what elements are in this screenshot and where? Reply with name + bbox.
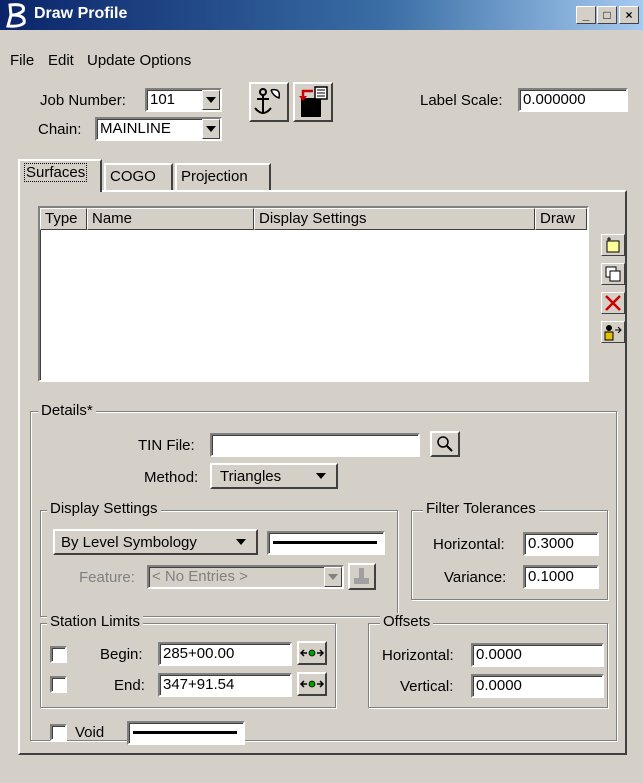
tab-projection-label: Projection [181, 168, 248, 185]
app-logo-icon [6, 3, 26, 28]
tab-surfaces-label: Surfaces [24, 163, 88, 182]
void-line-style-preview[interactable] [127, 721, 245, 745]
locate-point-icon [299, 649, 325, 657]
column-header-type[interactable]: Type [40, 208, 87, 230]
maximize-button[interactable]: □ [597, 6, 617, 24]
display-settings-title: Display Settings [47, 500, 161, 517]
search-icon [437, 436, 453, 452]
begin-label: Begin: [100, 646, 143, 663]
label-scale-label: Label Scale: [420, 92, 503, 109]
offsets-title: Offsets [380, 613, 434, 630]
filter-tolerances-title: Filter Tolerances [423, 500, 539, 517]
column-header-display-settings[interactable]: Display Settings [254, 208, 535, 230]
menu-file[interactable]: File [10, 52, 34, 69]
begin-checkbox[interactable] [50, 646, 67, 663]
symbology-dropdown[interactable]: By Level Symbology [53, 529, 258, 555]
void-label: Void [75, 724, 105, 741]
filter-horizontal-label: Horizontal: [433, 536, 505, 553]
label-scale-value: 0.000000 [523, 91, 586, 108]
station-limits-title: Station Limits [47, 613, 144, 630]
add-surface-button[interactable] [601, 234, 625, 256]
column-header-draw[interactable]: Draw [535, 208, 587, 230]
minimize-button[interactable]: _ [576, 6, 596, 24]
line-swatch [133, 731, 237, 734]
menu-update-options[interactable]: Update Options [87, 52, 191, 69]
surfaces-list[interactable]: Type Name Display Settings Draw [38, 206, 589, 382]
chevron-down-icon [236, 539, 246, 545]
tab-cogo-label: COGO [110, 168, 156, 185]
chain-dropdown[interactable]: MAINLINE [95, 117, 222, 141]
feature-label: Feature: [79, 569, 135, 586]
chain-value: MAINLINE [100, 120, 171, 137]
tin-file-input[interactable] [210, 433, 420, 457]
offset-vertical-value: 0.0000 [476, 677, 522, 694]
anchor-icon [254, 88, 281, 114]
void-checkbox[interactable] [50, 724, 67, 741]
offset-horizontal-value: 0.0000 [476, 646, 522, 663]
end-pick-button[interactable] [297, 672, 327, 696]
end-label: End: [114, 677, 145, 694]
load-profile-icon [299, 86, 328, 117]
variance-input[interactable]: 0.1000 [523, 565, 599, 589]
job-number-dropdown[interactable]: 101 [145, 88, 222, 112]
end-station-input[interactable]: 347+91.54 [158, 673, 292, 697]
offset-horizontal-label: Horizontal: [382, 647, 454, 664]
job-number-label: Job Number: [40, 92, 126, 109]
title-bar[interactable]: Draw Profile _ □ × [0, 0, 643, 30]
offset-vertical-input[interactable]: 0.0000 [471, 674, 604, 698]
begin-pick-button[interactable] [297, 641, 327, 665]
copy-surface-button[interactable] [601, 263, 625, 285]
variance-value: 0.1000 [528, 568, 574, 585]
tab-projection[interactable]: Projection [175, 163, 271, 190]
load-profile-button[interactable] [293, 82, 333, 122]
variance-label: Variance: [444, 569, 507, 586]
end-checkbox[interactable] [50, 676, 67, 693]
feature-value: < No Entries > [152, 568, 248, 585]
method-dropdown[interactable]: Triangles [210, 463, 338, 489]
chevron-down-icon [324, 567, 342, 587]
method-label: Method: [144, 469, 199, 486]
tab-cogo[interactable]: COGO [104, 163, 173, 190]
close-button[interactable]: × [619, 6, 639, 24]
chain-label: Chain: [38, 121, 82, 138]
tab-surfaces[interactable]: Surfaces [18, 159, 102, 192]
delete-icon [605, 295, 621, 311]
line-style-preview[interactable] [267, 531, 385, 555]
chevron-down-icon [202, 119, 220, 139]
symbology-value: By Level Symbology [61, 534, 197, 551]
label-scale-input[interactable]: 0.000000 [518, 88, 628, 112]
begin-station-input[interactable]: 285+00.00 [158, 642, 292, 666]
window-title: Draw Profile [34, 5, 128, 22]
filter-horizontal-value: 0.3000 [528, 535, 574, 552]
line-swatch [273, 541, 377, 544]
brush-icon [354, 568, 369, 584]
column-header-name[interactable]: Name [87, 208, 254, 230]
locate-point-icon [299, 680, 325, 688]
details-title: Details* [38, 402, 96, 419]
feature-dropdown[interactable]: < No Entries > [147, 565, 344, 589]
display-settings-group [40, 510, 398, 617]
browse-tin-button[interactable] [430, 431, 460, 457]
method-value: Triangles [220, 468, 282, 485]
filter-horizontal-input[interactable]: 0.3000 [523, 532, 599, 556]
menu-edit[interactable]: Edit [48, 52, 74, 69]
tin-file-label: TIN File: [138, 437, 195, 454]
properties-icon [604, 325, 622, 341]
surface-properties-button[interactable] [601, 321, 625, 343]
delete-surface-button[interactable] [601, 292, 625, 314]
copy-icon [605, 266, 621, 282]
end-station-value: 347+91.54 [163, 676, 235, 693]
chevron-down-icon [316, 473, 326, 479]
offset-vertical-label: Vertical: [400, 678, 454, 695]
offset-horizontal-input[interactable]: 0.0000 [471, 643, 604, 667]
anchor-button[interactable] [249, 82, 289, 122]
chevron-down-icon [202, 90, 220, 110]
new-item-icon [606, 237, 620, 253]
job-number-value: 101 [150, 91, 176, 108]
feature-picker-button[interactable] [348, 563, 376, 590]
begin-station-value: 285+00.00 [163, 645, 235, 662]
